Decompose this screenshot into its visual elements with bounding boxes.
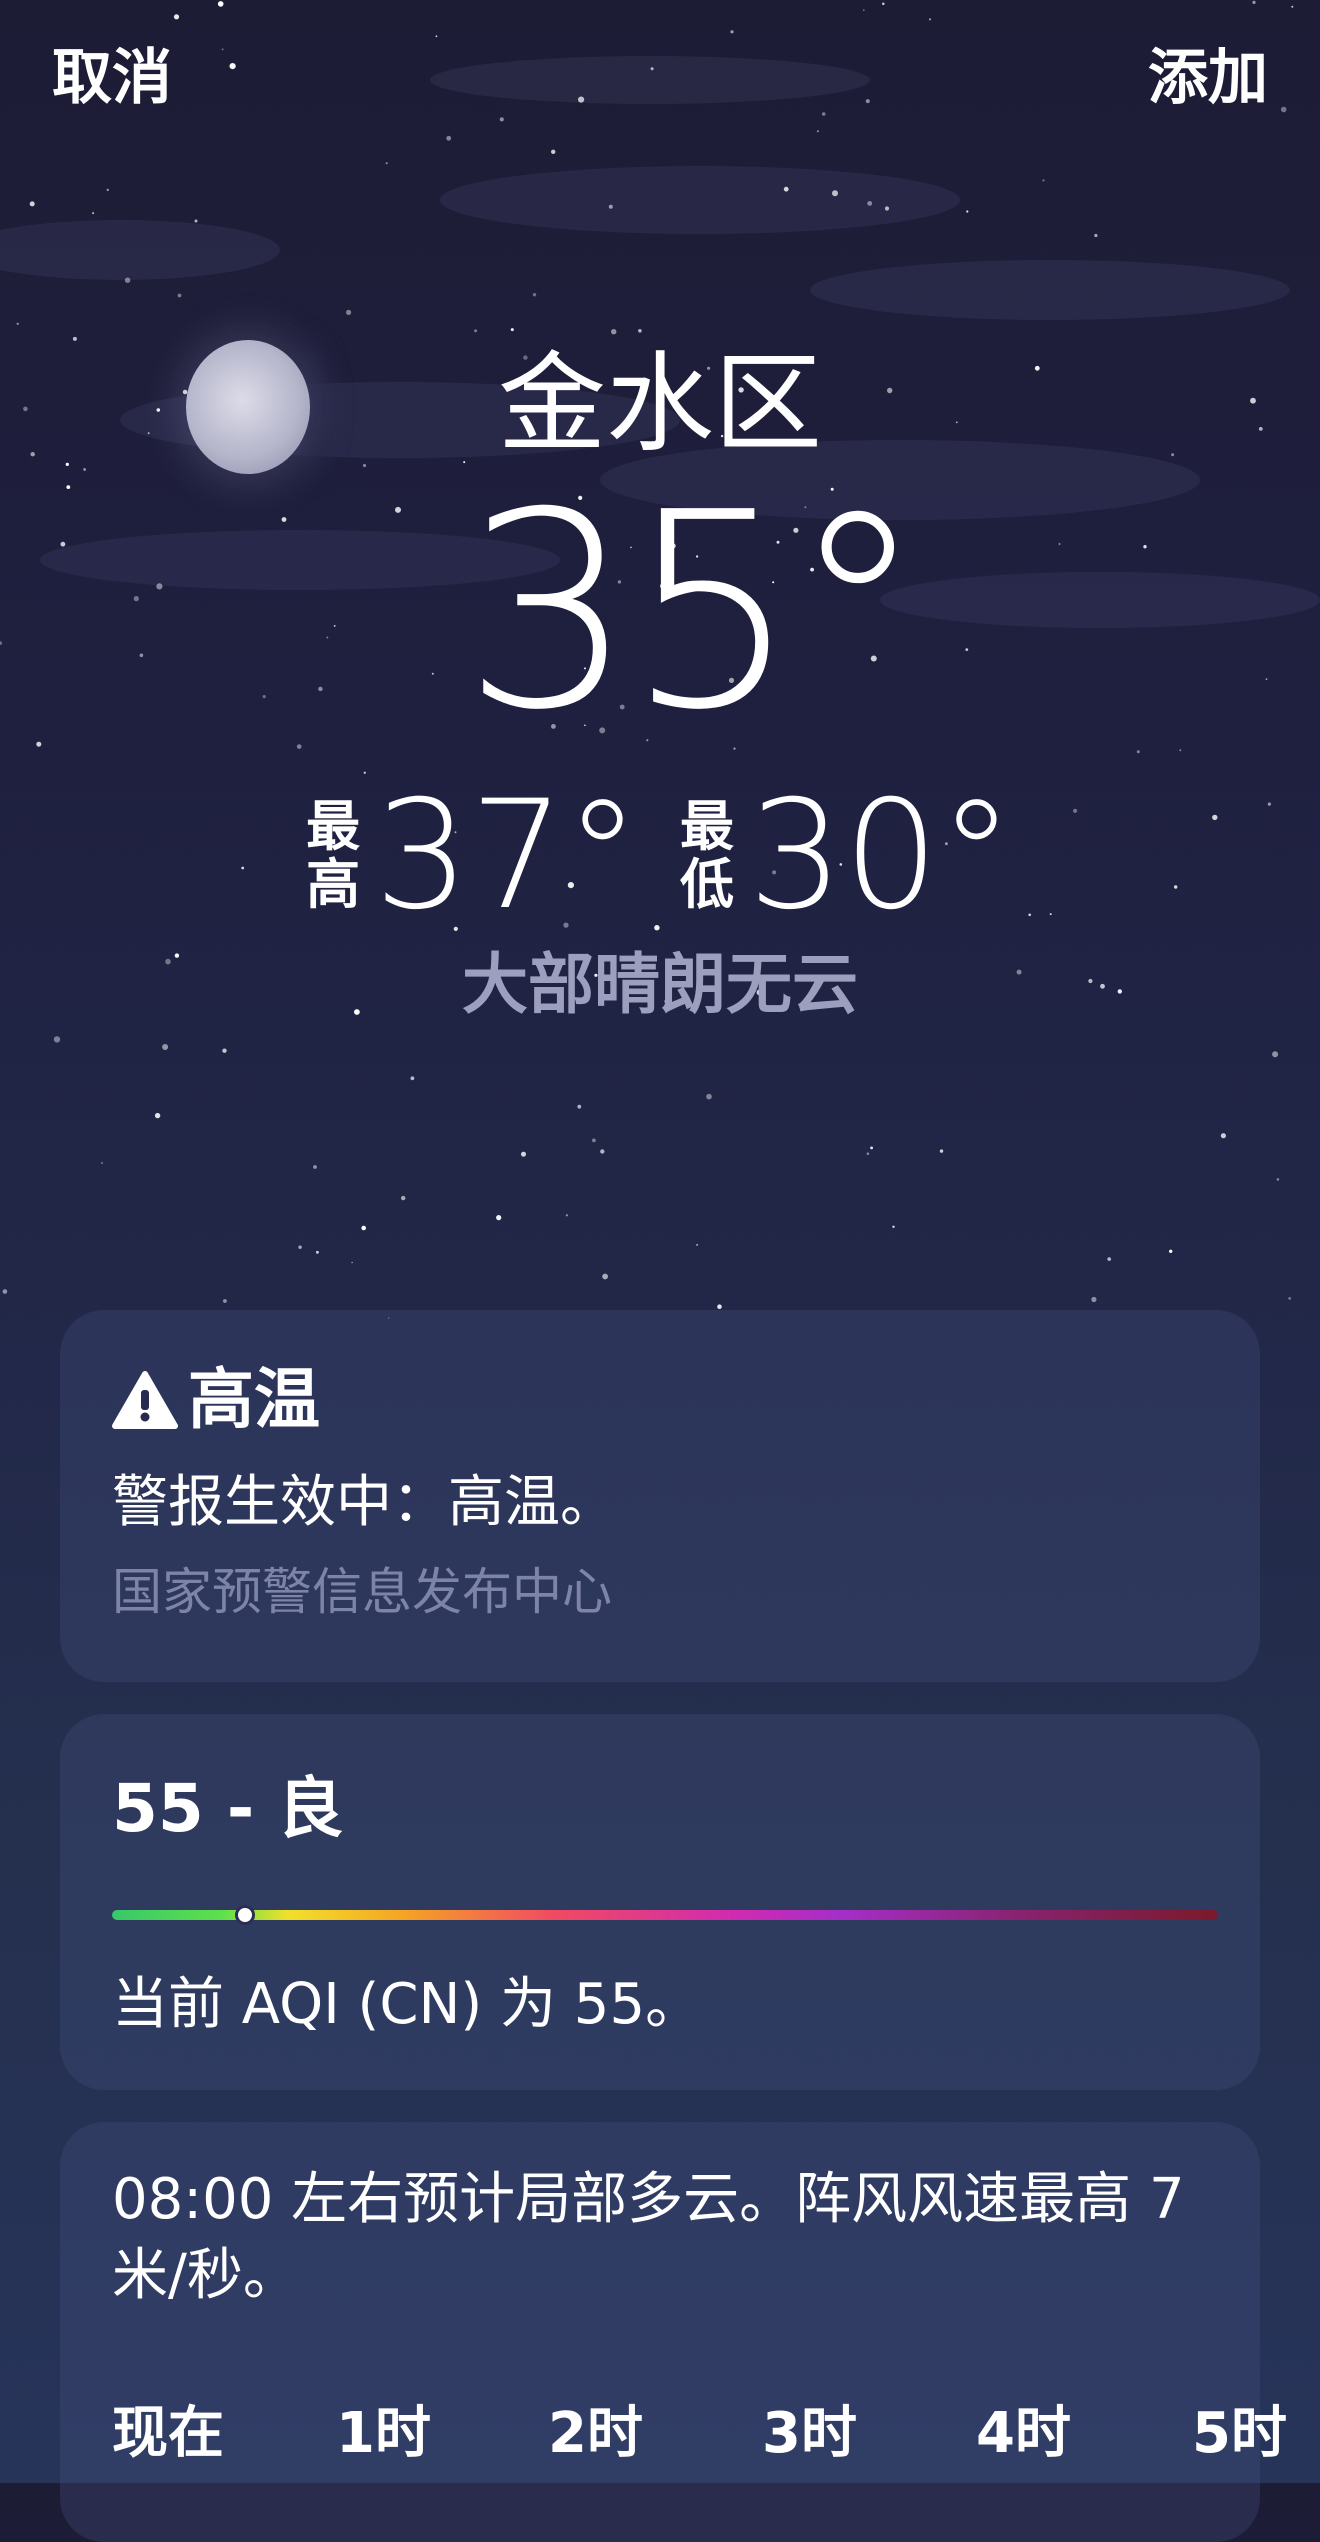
high-low-temperatures: 最 高 37° 最 低 30° [0,769,1320,943]
high-label-char: 最 [306,795,361,858]
hour-label: 3时 [762,2401,857,2466]
hourly-forecast-card[interactable]: 08:00 左右预计局部多云。阵风风速最高 7 米/秒。 现在 1时 2时 3时… [60,2122,1287,2542]
current-temperature: 35° [462,454,926,769]
high-temperature: 37° [374,769,640,943]
alert-title: 高温 [188,1361,320,1438]
hourly-timeline[interactable]: 现在 1时 2时 3时 4时 5时 [112,2384,1292,2484]
low-label-char: 最 [680,795,734,858]
aqi-value: 55 - 良 [112,1770,344,1847]
add-button[interactable]: 添加 [1148,38,1268,118]
hour-label: 现在 [112,2401,224,2466]
low-label: 最 低 [680,798,734,914]
top-bar: 取消 添加 [0,38,1320,118]
forecast-summary: 08:00 左右预计局部多云。阵风风速最高 7 米/秒。 [112,2167,1185,2308]
alert-source: 国家预警信息发布中心 [112,1563,612,1621]
hour-label: 4时 [976,2401,1071,2466]
aqi-scale-bar [112,1905,1218,1925]
low-temperature: 30° [748,769,1014,943]
aqi-indicator [234,1905,255,1925]
location-name: 金水区 [497,342,822,467]
high-label-char: 高 [306,853,361,916]
heat-alert-card[interactable]: 高温 警报生效中：高温。 国家预警信息发布中心 [60,1310,1260,1682]
air-quality-card[interactable]: 55 - 良 当前 AQI (CN) 为 55。 [60,1714,1260,2090]
hour-label: 1时 [336,2401,431,2466]
high-temperature-group: 最 高 37° [306,769,640,943]
low-label-char: 低 [680,853,734,916]
warning-icon [112,1371,178,1429]
hour-label: 2时 [548,2401,643,2466]
high-label: 最 高 [306,798,360,914]
hour-label: 5时 [1192,2401,1287,2466]
alert-body: 警报生效中：高温。 [112,1470,616,1535]
aqi-description: 当前 AQI (CN) 为 55。 [112,1972,702,2037]
alert-title-row: 高温 [112,1360,320,1440]
low-temperature-group: 最 低 30° [680,769,1014,943]
weather-condition: 大部晴朗无云 [462,946,858,1023]
cancel-button[interactable]: 取消 [52,38,172,118]
